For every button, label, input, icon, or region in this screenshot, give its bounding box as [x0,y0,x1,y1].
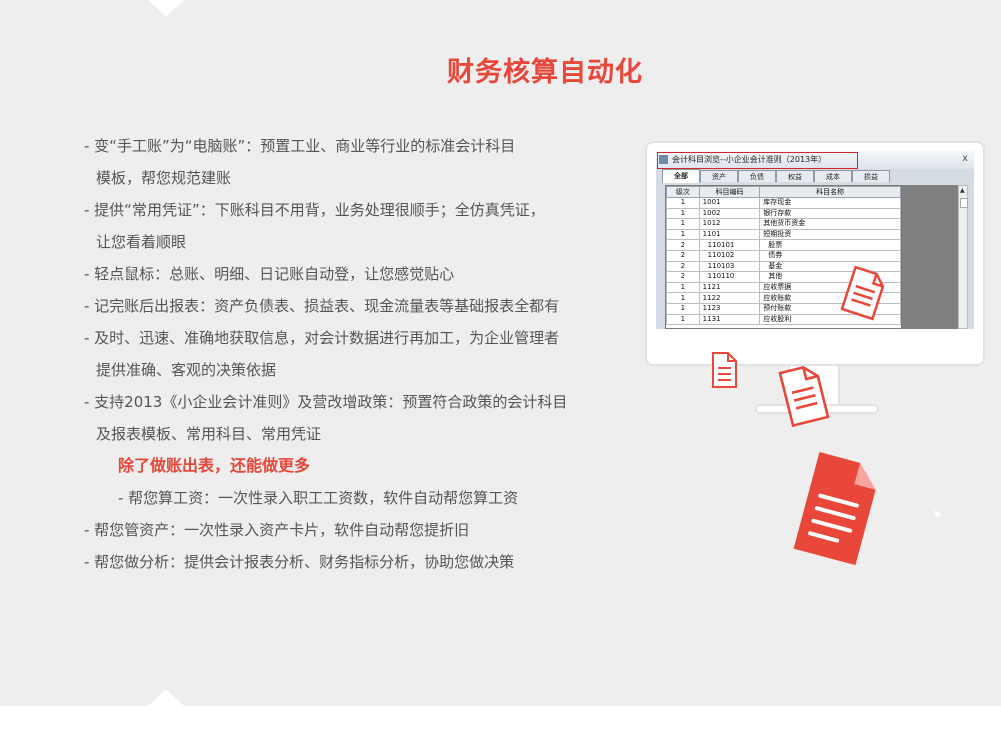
feature-line: 及报表模板、常用科目、常用凭证 [96,425,322,443]
document-outline-icon [840,265,885,321]
feature-line: - 提供“常用凭证”：下账科目不用背，业务处理很顺手；全仿真凭证， [84,201,545,219]
close-icon[interactable]: x [962,153,968,164]
table-cell: 1123 [698,302,761,315]
table-cell: 110101 [698,239,761,251]
table-cell: 2 [666,239,700,251]
table-cell: 银行存款 [759,207,901,220]
table-cell: 1 [666,313,700,326]
feature-line: - 支持2013《小企业会计准则》及营改增政策：预置符合政策的会计科目 [84,393,568,411]
table-row[interactable]: 1 1001 库存现金 [666,197,901,209]
feature-line: 提供准确、客观的决策依据 [96,361,277,379]
table-cell: 短期投资 [759,228,901,241]
software-window: 会计科目浏览--小企业会计准则（2013年） x 全部 资产 负债 权益 成本 … [656,151,974,329]
table-row[interactable]: 2 110102 债券 [666,249,901,262]
tab-cost[interactable]: 成本 [814,170,852,182]
sparkle-icon [934,510,942,517]
table-cell: 债券 [759,249,901,262]
title-highlight-box [657,152,858,169]
top-notch [148,0,184,17]
tab-liabilities[interactable]: 负债 [738,170,776,182]
table-cell: 1121 [698,281,761,294]
feature-list: - 变“手工账”为“电脑账”：预置工业、商业等行业的标准会计科目 模板，帮您规范… [84,130,614,578]
document-outline-icon [778,365,830,428]
bottom-notch [148,689,184,706]
scrollbar[interactable]: ▲ [958,185,968,329]
table-cell: 1 [666,292,700,304]
table-cell: 1131 [698,313,761,326]
table-cell: 2 [666,260,700,273]
tab-equity[interactable]: 权益 [776,170,814,182]
table-cell: 1122 [698,292,761,304]
table-cell: 1 [666,281,700,294]
table-row[interactable]: 1 1002 银行存款 [666,207,901,220]
table-cell: 1 [666,218,700,230]
scroll-up-icon[interactable]: ▲ [960,187,965,194]
table-cell: 1 [666,302,700,315]
table-cell: 110102 [698,249,761,262]
table-row[interactable]: 1 1101 短期投资 [666,228,901,241]
feature-line: - 及时、迅速、准确地获取信息，对会计数据进行再加工，为企业管理者 [84,329,560,347]
table-cell: 2 [666,249,700,262]
feature-line: - 帮您算工资：一次性录入职工工资数，软件自动帮您算工资 [118,489,519,507]
table-cell: 1012 [698,218,761,230]
table-cell: 1101 [698,228,761,241]
table-cell: 1001 [698,197,761,209]
table-cell: 1002 [698,207,761,220]
main-panel: 财务核算自动化 - 变“手工账”为“电脑账”：预置工业、商业等行业的标准会计科目… [0,0,1001,706]
document-filled-icon [793,452,876,566]
column-header: 科目名称 [759,186,901,198]
feature-line: 模板，帮您规范建账 [96,169,232,187]
section-title: 财务核算自动化 [447,57,643,88]
table-cell: 2 [666,271,700,283]
table-row[interactable]: 2 110101 股票 [666,239,901,251]
feature-line: 让您看着顺眼 [96,233,187,251]
tab-profit-loss[interactable]: 损益 [852,170,890,182]
table-cell: 库存现金 [759,197,901,209]
document-outline-icon [712,352,737,388]
highlight-heading: 除了做账出表，还能做更多 [118,456,311,475]
feature-line: - 帮您做分析：提供会计报表分析、财务指标分析，协助您做决策 [84,553,515,571]
feature-line: - 变“手工账”为“电脑账”：预置工业、商业等行业的标准会计科目 [84,137,516,155]
column-header: 科目编码 [698,186,761,198]
table-cell: 股票 [759,239,901,251]
table-cell: 1 [666,197,700,209]
table-cell: 110103 [698,260,761,273]
scroll-thumb[interactable] [960,198,968,208]
table-cell: 1 [666,207,700,220]
table-cell: 1 [666,228,700,241]
table-cell: 其他货币资金 [759,218,901,230]
tab-assets[interactable]: 资产 [700,170,738,182]
empty-area [902,185,958,329]
feature-line: - 帮您管资产：一次性录入资产卡片，软件自动帮您提折旧 [84,521,470,539]
feature-line: - 轻点鼠标：总账、明细、日记账自动登，让您感觉贴心 [84,265,455,283]
column-header: 级次 [666,186,700,198]
table-cell: 110110 [698,271,761,283]
table-row[interactable]: 1 1012 其他货币资金 [666,218,901,230]
tab-all[interactable]: 全部 [662,169,700,183]
feature-line: - 记完账后出报表：资产负债表、损益表、现金流量表等基础报表全都有 [84,297,560,315]
monitor-illustration: 会计科目浏览--小企业会计准则（2013年） x 全部 资产 负债 权益 成本 … [645,141,985,366]
